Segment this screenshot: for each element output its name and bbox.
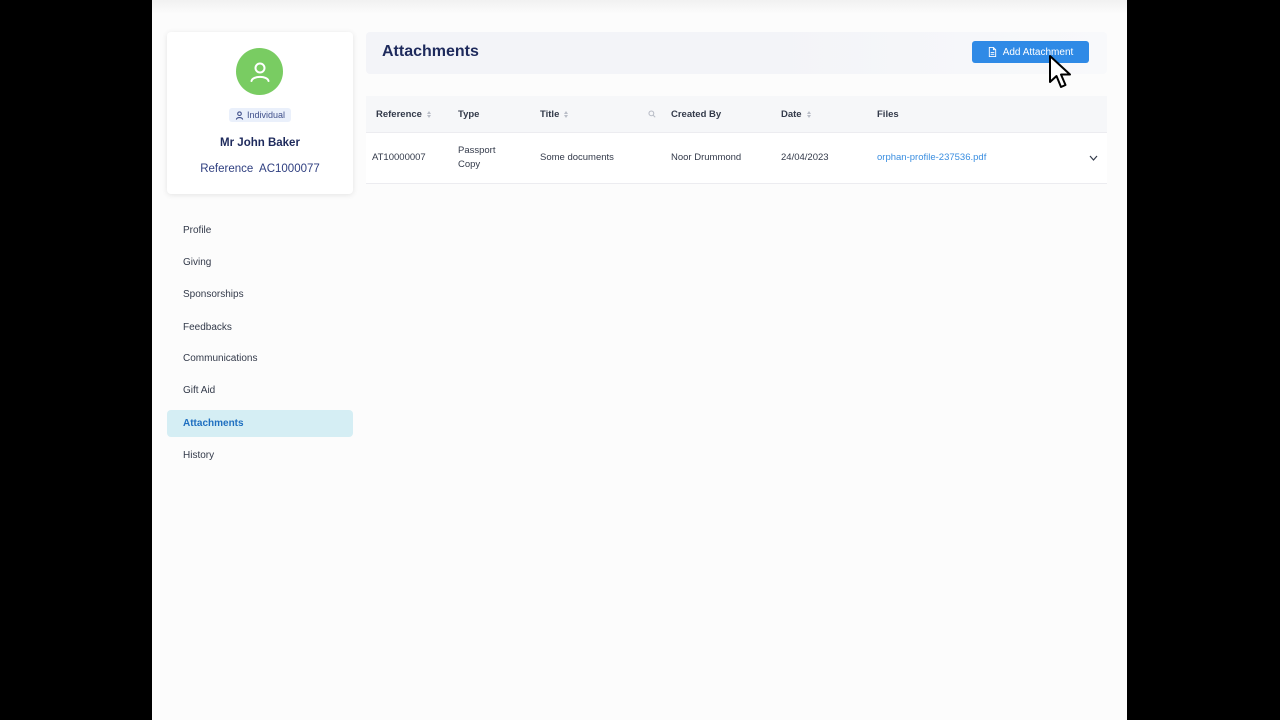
column-files-label: Files — [877, 108, 899, 120]
cell-created-by: Noor Drummond — [671, 152, 742, 163]
mouse-pointer-icon — [1049, 55, 1071, 88]
cell-reference: AT10000007 — [372, 152, 426, 163]
column-title[interactable]: Title — [540, 96, 569, 132]
profile-card: Individual Mr John Baker Reference AC100… — [167, 32, 353, 194]
cell-type-line2: Copy — [458, 159, 481, 170]
avatar — [236, 48, 283, 95]
profile-name: Mr John Baker — [220, 137, 300, 149]
table-row[interactable]: AT10000007 Passport Copy Some documents … — [366, 133, 1107, 184]
column-type: Type — [458, 96, 479, 132]
cell-title: Some documents — [540, 152, 614, 163]
document-icon — [988, 47, 996, 57]
page: Individual Mr John Baker Reference AC100… — [152, 0, 1127, 720]
cell-type: Passport Copy — [458, 133, 496, 183]
column-date[interactable]: Date — [781, 96, 811, 132]
cell-date: 24/04/2023 — [781, 152, 829, 163]
nav-item-history[interactable]: History — [167, 442, 353, 469]
nav-item-giving[interactable]: Giving — [167, 249, 353, 276]
column-reference-label: Reference — [376, 108, 422, 120]
table-header: Reference Type Title Created By Date Fil… — [366, 96, 1107, 133]
sort-icon[interactable] — [426, 110, 431, 118]
column-files: Files — [877, 96, 899, 132]
person-icon — [235, 110, 244, 120]
page-title: Attachments — [382, 43, 479, 60]
file-link[interactable]: orphan-profile-237536.pdf — [877, 133, 986, 183]
column-title-label: Title — [540, 108, 560, 120]
account-type-badge: Individual — [229, 108, 292, 122]
nav-item-communications[interactable]: Communications — [167, 345, 353, 372]
column-created-by-label: Created By — [671, 108, 722, 120]
search-icon[interactable] — [648, 110, 656, 118]
chevron-down-icon — [1089, 155, 1098, 161]
column-created-by: Created By — [671, 96, 721, 132]
column-type-label: Type — [458, 108, 480, 120]
sort-icon[interactable] — [564, 110, 569, 118]
nav-item-gift-aid[interactable]: Gift Aid — [167, 377, 353, 404]
column-reference[interactable]: Reference — [376, 96, 431, 132]
column-title-search[interactable] — [648, 96, 656, 132]
nav-item-feedbacks[interactable]: Feedbacks — [167, 314, 353, 341]
column-date-label: Date — [781, 108, 802, 120]
nav-item-sponsorships[interactable]: Sponsorships — [167, 281, 353, 308]
section-header: Attachments Add Attachment — [366, 32, 1107, 74]
nav-item-attachments[interactable]: Attachments — [167, 410, 353, 437]
nav-item-profile[interactable]: Profile — [167, 217, 353, 244]
expand-row-button[interactable] — [1089, 133, 1098, 183]
sort-icon[interactable] — [806, 110, 811, 118]
user-icon — [250, 62, 269, 82]
account-type-label: Individual — [247, 110, 286, 120]
cell-type-line1: Passport — [458, 145, 496, 156]
profile-reference: Reference AC1000077 — [200, 163, 320, 175]
top-shadow — [152, 0, 1127, 14]
